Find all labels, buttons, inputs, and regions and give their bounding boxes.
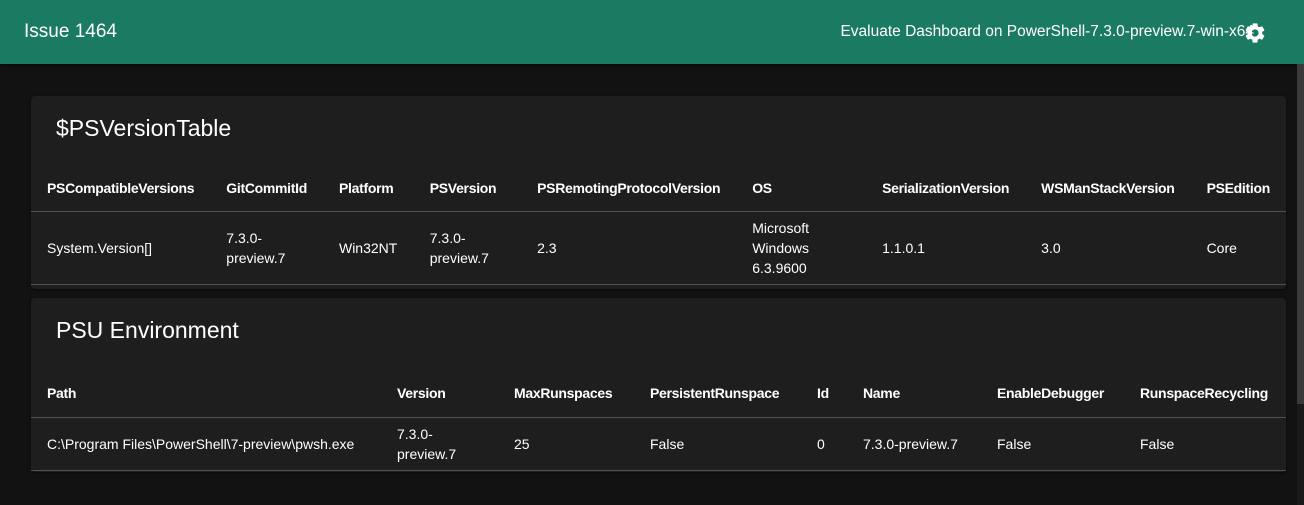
table-cell: 2.3 [521, 211, 737, 285]
column-header[interactable]: PersistentRunspace [634, 368, 801, 418]
table-row: C:\Program Files\PowerShell\7-preview\pw… [31, 417, 1286, 471]
column-header[interactable]: PSRemotingProtocolVersion [521, 164, 737, 212]
table-cell: False [981, 417, 1124, 471]
card-title: $PSVersionTable [56, 115, 232, 141]
column-header[interactable]: PSVersion [413, 164, 522, 212]
column-header[interactable]: MaxRunspaces [498, 368, 634, 418]
column-header[interactable]: RunspaceRecycling [1124, 368, 1286, 418]
column-header[interactable]: Path [31, 368, 381, 418]
gear-icon[interactable] [1243, 21, 1267, 45]
psu-environment-table: Path Version MaxRunspaces PersistentRuns… [31, 368, 1286, 471]
column-header[interactable]: GitCommitId [210, 164, 323, 212]
table-row: System.Version[] 7.3.0-preview.7 Win32NT… [31, 211, 1286, 285]
app-subtitle: Evaluate Dashboard on PowerShell-7.3.0-p… [840, 23, 1254, 40]
column-header[interactable]: Platform [322, 164, 414, 212]
app-bar: Issue 1464 Evaluate Dashboard on PowerSh… [0, 0, 1304, 64]
table-cell: System.Version[] [31, 211, 211, 285]
table-cell: False [634, 417, 801, 471]
table-header-row: Path Version MaxRunspaces PersistentRuns… [31, 368, 1286, 418]
table-cell: 7.3.0-preview.7 [381, 417, 498, 471]
psu-environment-card: PSU Environment Path Version MaxRunspace… [31, 298, 1286, 472]
column-header[interactable]: EnableDebugger [981, 368, 1124, 418]
table-cell: 25 [498, 417, 634, 471]
column-header[interactable]: Version [381, 368, 498, 418]
table-header-row: PSCompatibleVersions GitCommitId Platfor… [31, 164, 1286, 212]
column-header[interactable]: PSEdition [1190, 164, 1286, 212]
table-cell: Core [1190, 211, 1286, 285]
table-cell: 3.0 [1025, 211, 1191, 285]
app-title: Issue 1464 [24, 21, 117, 42]
table-cell: Win32NT [322, 211, 414, 285]
column-header[interactable]: Id [801, 368, 847, 418]
column-header[interactable]: PSCompatibleVersions [31, 164, 211, 212]
table-cell: 0 [801, 417, 847, 471]
table-cell: Microsoft Windows 6.3.9600 [736, 211, 867, 285]
scrollbar-thumb[interactable] [1297, 64, 1304, 404]
table-cell: 7.3.0-preview.7 [847, 417, 981, 471]
column-header[interactable]: WSManStackVersion [1025, 164, 1191, 212]
card-title: PSU Environment [56, 317, 239, 343]
column-header[interactable]: SerializationVersion [866, 164, 1026, 212]
column-header[interactable]: Name [847, 368, 981, 418]
table-cell: 7.3.0-preview.7 [210, 211, 323, 285]
table-cell: 1.1.0.1 [866, 211, 1026, 285]
ps-version-table-card: $PSVersionTable PSCompatibleVersions Git… [31, 96, 1286, 289]
ps-version-table: PSCompatibleVersions GitCommitId Platfor… [31, 164, 1286, 285]
table-cell: False [1124, 417, 1286, 471]
table-cell: C:\Program Files\PowerShell\7-preview\pw… [31, 417, 381, 471]
column-header[interactable]: OS [736, 164, 867, 212]
table-cell: 7.3.0-preview.7 [413, 211, 522, 285]
